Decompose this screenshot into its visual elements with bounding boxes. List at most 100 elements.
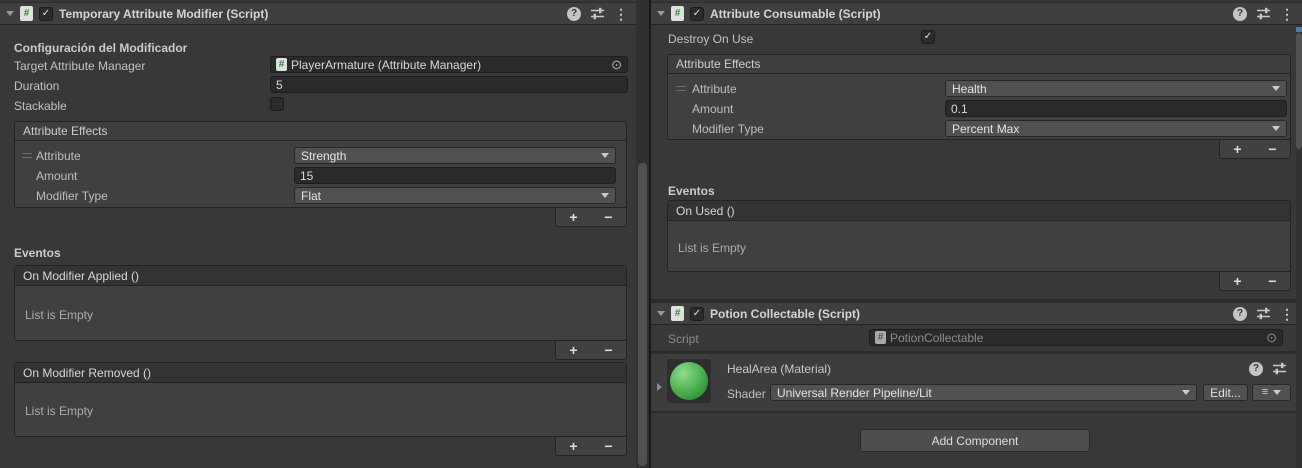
on-used-header: On Used () (668, 201, 1290, 221)
event-add-button[interactable]: + (556, 343, 591, 357)
presets-icon[interactable] (1272, 361, 1287, 376)
event-add-button[interactable]: + (556, 439, 591, 453)
duration-value: 5 (276, 77, 283, 92)
presets-icon[interactable] (590, 6, 605, 21)
list-add-button[interactable]: + (1220, 142, 1255, 156)
help-icon[interactable]: ? (1233, 6, 1247, 21)
kebab-menu-icon[interactable]: ⋮ (614, 7, 628, 21)
component-separator (651, 411, 1302, 413)
drag-handle-icon[interactable] (22, 153, 32, 158)
attribute-dropdown-value: Health (952, 81, 987, 96)
events-section-title: Eventos (14, 246, 61, 260)
left-scrollbar-thumb[interactable] (638, 163, 647, 466)
help-icon[interactable]: ? (1233, 306, 1247, 321)
presets-icon[interactable] (1256, 6, 1271, 21)
object-picker-icon[interactable]: ⊙ (1266, 331, 1277, 344)
script-object-field[interactable]: # PotionCollectable ⊙ (869, 329, 1283, 346)
amount-input[interactable]: 0.1 (945, 100, 1287, 117)
chevron-down-icon (1182, 390, 1190, 395)
foldout-open-icon[interactable] (657, 11, 665, 16)
help-icon[interactable]: ? (1249, 361, 1263, 376)
component-enabled-checkbox[interactable]: ✓ (690, 306, 704, 321)
drag-handle-icon[interactable] (676, 86, 686, 91)
scroll-accent-marker (1296, 27, 1302, 32)
shader-edit-button[interactable]: Edit... (1203, 384, 1248, 401)
header-icons: ? ⋮ (567, 6, 628, 21)
kebab-menu-icon[interactable]: ⋮ (1280, 7, 1294, 21)
event-add-button[interactable]: + (1220, 274, 1255, 288)
foldout-closed-icon[interactable] (657, 383, 662, 391)
amount-value: 0.1 (951, 101, 968, 116)
add-component-button-label: Add Component (931, 433, 1019, 448)
csharp-script-icon: # (671, 6, 684, 21)
material-header-icons: ? ⋮ (1249, 361, 1302, 376)
destroy-on-use-checkbox[interactable]: ✓ (921, 30, 935, 44)
attribute-dropdown[interactable]: Health (945, 80, 1287, 97)
shader-presets-button[interactable]: ≡ (1252, 384, 1291, 401)
on-modifier-applied-event: On Modifier Applied () List is Empty (14, 265, 627, 341)
stackable-checkbox[interactable] (270, 97, 284, 111)
duration-label: Duration (14, 79, 60, 93)
object-field-value: PotionCollectable (890, 330, 984, 345)
help-icon[interactable]: ? (567, 6, 581, 21)
attribute-effects-list-footer: + − (1219, 139, 1291, 159)
list-add-button[interactable]: + (556, 210, 591, 224)
destroy-on-use-label: Destroy On Use (668, 32, 754, 46)
empty-list-text: List is Empty (678, 241, 747, 255)
component-enabled-checkbox[interactable]: ✓ (690, 6, 704, 21)
component-header-temporary-attribute-modifier[interactable]: # ✓ Temporary Attribute Modifier (Script… (0, 2, 636, 25)
attribute-effects-list-header: Attribute Effects (15, 122, 626, 141)
modifier-type-dropdown[interactable]: Flat (294, 187, 616, 204)
amount-label: Amount (692, 102, 734, 116)
on-used-event: On Used () List is Empty (667, 200, 1291, 272)
list-remove-button[interactable]: − (1255, 142, 1290, 156)
shader-label: Shader (727, 387, 766, 401)
component-header-attribute-consumable[interactable]: # ✓ Attribute Consumable (Script) ? ⋮ (651, 2, 1302, 25)
shader-dropdown[interactable]: Universal Render Pipeline/Lit (770, 384, 1197, 401)
modifier-type-label: Modifier Type (692, 122, 764, 136)
object-script-icon: # (276, 58, 287, 71)
shader-edit-button-label: Edit... (1210, 385, 1241, 400)
component-title: Attribute Consumable (Script) (710, 6, 881, 21)
material-sphere-preview (670, 362, 708, 400)
attribute-dropdown[interactable]: Strength (294, 147, 616, 164)
modifier-type-dropdown[interactable]: Percent Max (945, 120, 1287, 137)
on-modifier-removed-footer: + − (555, 436, 627, 456)
foldout-open-icon[interactable] (6, 11, 14, 16)
on-modifier-applied-header: On Modifier Applied () (15, 266, 626, 286)
amount-input[interactable]: 15 (294, 167, 616, 184)
events-section-title: Eventos (668, 184, 715, 198)
foldout-open-icon[interactable] (657, 311, 665, 316)
target-attribute-manager-object-field[interactable]: # PlayerArmature (Attribute Manager) ⊙ (270, 56, 628, 73)
duration-input[interactable]: 5 (270, 76, 628, 93)
csharp-script-icon: # (671, 306, 684, 321)
object-picker-icon[interactable]: ⊙ (611, 58, 622, 71)
event-remove-button[interactable]: − (591, 439, 626, 453)
on-used-footer: + − (1219, 271, 1291, 291)
material-editor-strip: HealArea (Material) ? ⋮ Shader Universal… (651, 353, 1302, 411)
object-field-value: PlayerArmature (Attribute Manager) (291, 57, 482, 72)
component-header-potion-collectable[interactable]: # ✓ Potion Collectable (Script) ? ⋮ (651, 302, 1302, 325)
attribute-dropdown-value: Strength (301, 148, 347, 163)
presets-icon[interactable] (1256, 306, 1271, 321)
attribute-effects-list: Attribute Effects Attribute Health Amoun… (667, 54, 1291, 140)
right-scrollbar-thumb[interactable] (1296, 33, 1302, 149)
component-enabled-checkbox[interactable]: ✓ (39, 6, 53, 21)
material-preview-thumbnail[interactable] (667, 359, 711, 403)
event-remove-button[interactable]: − (591, 343, 626, 357)
on-modifier-removed-header: On Modifier Removed () (15, 363, 626, 383)
amount-value: 15 (300, 168, 314, 183)
modifier-type-label: Modifier Type (36, 189, 108, 203)
kebab-menu-icon[interactable]: ⋮ (1280, 307, 1294, 321)
add-component-button[interactable]: Add Component (860, 429, 1090, 452)
header-icons: ? ⋮ (1233, 306, 1294, 321)
event-remove-button[interactable]: − (1255, 274, 1290, 288)
list-remove-button[interactable]: − (591, 210, 626, 224)
chevron-down-icon (601, 193, 609, 198)
component-title: Temporary Attribute Modifier (Script) (59, 6, 269, 21)
modifier-type-dropdown-value: Flat (301, 188, 322, 203)
attribute-effects-list-header: Attribute Effects (668, 55, 1290, 74)
inspector-window-right: # ✓ Attribute Consumable (Script) ? ⋮ De… (651, 0, 1302, 468)
attribute-effects-list: Attribute Effects Attribute Strength Amo… (14, 121, 627, 208)
attribute-effects-list-footer: + − (555, 207, 627, 227)
